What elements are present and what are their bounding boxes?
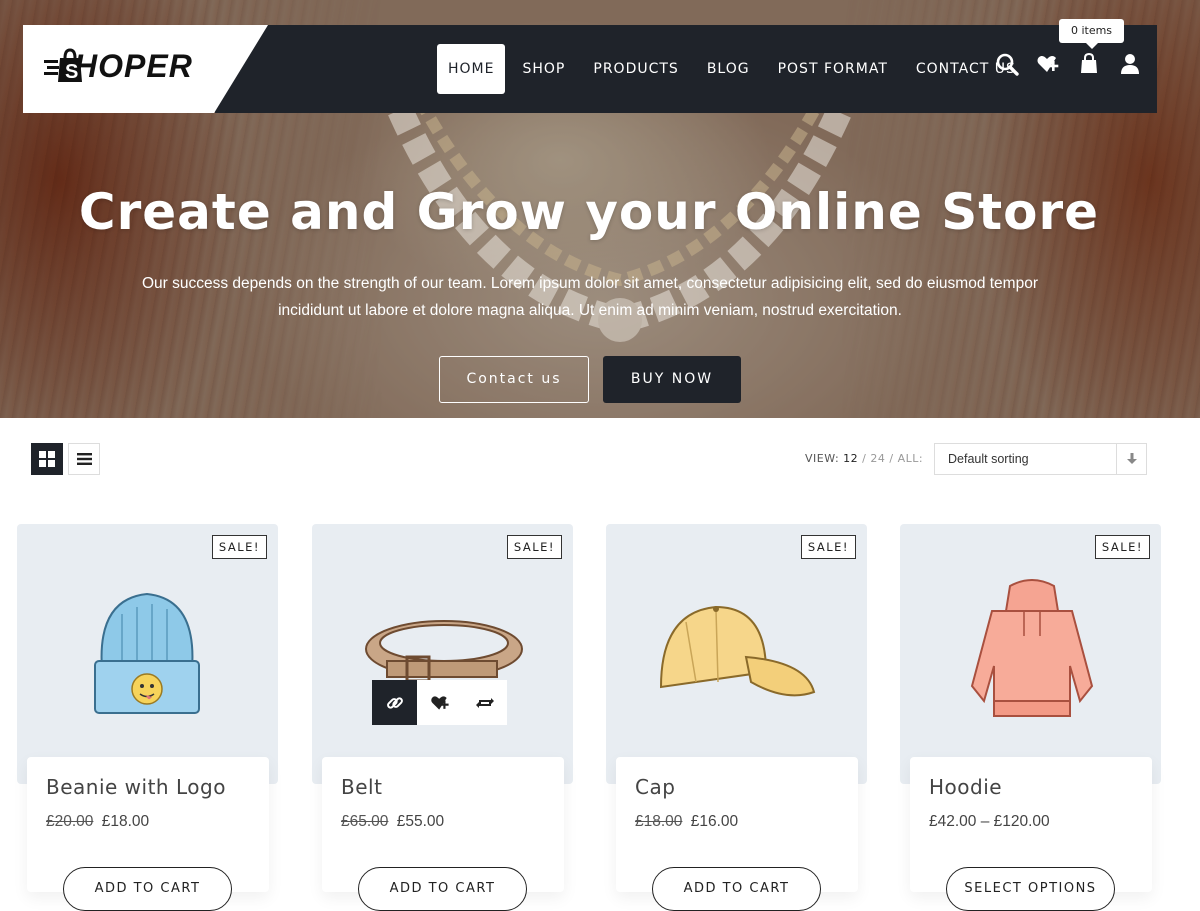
products-per-page: VIEW: 12 / 24 / ALL:: [805, 452, 923, 465]
nav-post-format[interactable]: POST FORMAT: [764, 44, 902, 94]
cart-count-tooltip: 0 items: [1059, 19, 1124, 49]
add-to-cart-button[interactable]: ADD TO CART: [358, 867, 527, 911]
nav-blog[interactable]: BLOG: [693, 44, 764, 94]
select-options-button[interactable]: SELECT OPTIONS: [946, 867, 1115, 911]
contact-us-button[interactable]: Contact us: [439, 356, 589, 403]
product-price: £20.00 £18.00: [46, 813, 149, 831]
hero-subtitle: Our success depends on the strength of o…: [130, 270, 1050, 324]
header-icons: [995, 52, 1142, 76]
product-price: £65.00 £55.00: [341, 813, 444, 831]
sale-badge: SALE!: [506, 535, 562, 559]
sort-selected-value: Default sorting: [948, 452, 1029, 466]
view-separator: /: [862, 452, 867, 465]
price-range: £42.00 – £120.00: [929, 813, 1050, 830]
sale-price: £55.00: [396, 813, 445, 830]
nav-home[interactable]: HOME: [437, 44, 506, 94]
logo-text: HOPER: [74, 47, 193, 84]
nav-products[interactable]: PRODUCTS: [579, 44, 692, 94]
wishlist-icon[interactable]: [417, 680, 462, 725]
add-to-cart-button[interactable]: ADD TO CART: [652, 867, 821, 911]
beanie-image: [94, 592, 200, 714]
wishlist-icon[interactable]: [1036, 52, 1060, 76]
main-nav: HOME SHOP PRODUCTS BLOG POST FORMAT CONT…: [437, 44, 1030, 94]
sort-dropdown[interactable]: Default sorting: [934, 443, 1147, 475]
view-12-option[interactable]: 12: [843, 452, 858, 465]
account-icon[interactable]: [1118, 52, 1142, 76]
add-to-cart-button[interactable]: ADD TO CART: [63, 867, 232, 911]
product-card-info: Cap £18.00 £16.00 ADD TO CART: [616, 757, 858, 911]
product-card-info: Belt £65.00 £55.00 ADD TO CART: [322, 757, 564, 911]
product-price: £18.00 £16.00: [635, 813, 738, 831]
product-name[interactable]: Hoodie: [929, 775, 1002, 799]
site-logo[interactable]: S HOPER: [44, 46, 193, 86]
product-name[interactable]: Cap: [635, 775, 675, 799]
product-name[interactable]: Belt: [341, 775, 382, 799]
sale-badge: SALE!: [211, 535, 267, 559]
hoodie-image: [970, 579, 1094, 717]
product-image-card[interactable]: SALE!: [900, 524, 1161, 784]
product-price: £42.00 – £120.00: [929, 813, 1050, 831]
buy-now-button[interactable]: BUY NOW: [603, 356, 741, 403]
product-hover-actions: [372, 680, 507, 725]
list-icon: [76, 453, 92, 465]
cart-icon[interactable]: [1077, 52, 1101, 76]
list-view-button[interactable]: [68, 443, 100, 475]
link-icon[interactable]: [372, 680, 417, 725]
sale-badge: SALE!: [1094, 535, 1150, 559]
hero-title: Create and Grow your Online Store: [78, 183, 1100, 241]
product-name[interactable]: Beanie with Logo: [46, 775, 226, 799]
grid-view-button[interactable]: [31, 443, 63, 475]
old-price: £18.00: [635, 813, 683, 830]
product-card-info: Hoodie £42.00 – £120.00 SELECT OPTIONS: [910, 757, 1152, 911]
compare-icon[interactable]: [462, 680, 507, 725]
product-image-card[interactable]: SALE!: [312, 524, 573, 784]
old-price: £20.00: [46, 813, 94, 830]
cap-image: [659, 605, 816, 697]
old-price: £65.00: [341, 813, 389, 830]
view-all-option[interactable]: ALL:: [898, 452, 924, 465]
sale-price: £16.00: [690, 813, 739, 830]
view-separator: /: [889, 452, 894, 465]
arrow-down-icon: [1116, 444, 1146, 474]
product-image-card[interactable]: SALE!: [606, 524, 867, 784]
hero-subtitle-line: incididunt ut labore et dolore magna ali…: [278, 302, 902, 319]
product-card-info: Beanie with Logo £20.00 £18.00 ADD TO CA…: [27, 757, 269, 911]
shopping-bag-logo-icon: S: [44, 46, 82, 86]
sale-badge: SALE!: [800, 535, 856, 559]
nav-shop[interactable]: SHOP: [508, 44, 579, 94]
search-icon[interactable]: [995, 52, 1019, 76]
hero-subtitle-line: Our success depends on the strength of o…: [141, 275, 1038, 292]
sale-price: £18.00: [101, 813, 150, 830]
product-image-card[interactable]: SALE!: [17, 524, 278, 784]
view-label: VIEW:: [805, 452, 840, 465]
svg-text:S: S: [65, 61, 78, 83]
view-24-option[interactable]: 24: [870, 452, 885, 465]
grid-icon: [39, 451, 55, 467]
